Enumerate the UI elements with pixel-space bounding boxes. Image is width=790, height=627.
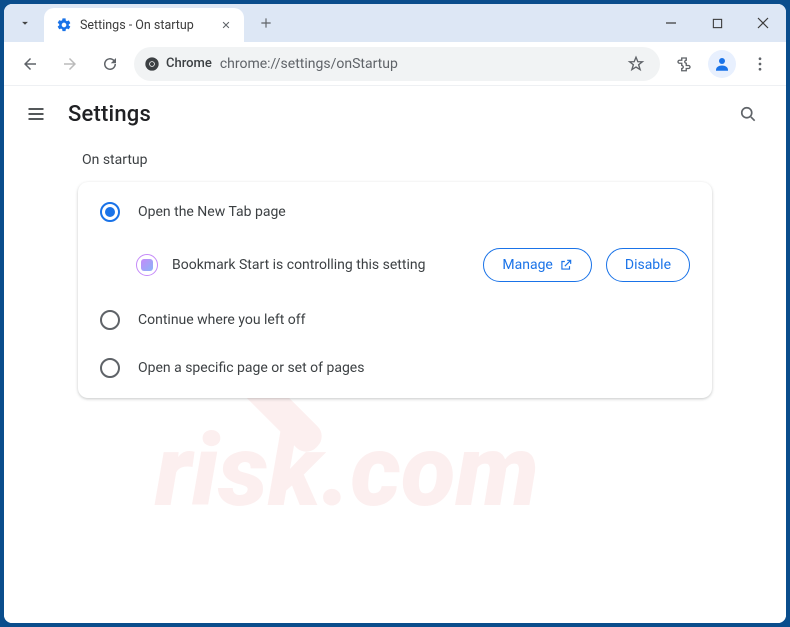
titlebar: Settings - On startup [4,4,786,42]
option-continue[interactable]: Continue where you left off [78,296,712,344]
page-title: Settings [68,102,151,127]
search-icon [738,104,758,124]
extensions-button[interactable] [668,48,700,80]
settings-page: PC risk.com Settings On startup Open the… [4,86,786,623]
omnibox-url: chrome://settings/onStartup [220,56,614,72]
search-button[interactable] [730,96,766,132]
tab-search-dropdown[interactable] [10,8,40,38]
maximize-button[interactable] [694,4,740,42]
reload-icon [101,55,119,73]
hamburger-icon [26,104,46,124]
manage-button[interactable]: Manage [483,248,591,282]
radio-selected-icon [100,202,120,222]
star-icon [627,55,645,73]
settings-header: Settings [4,86,786,142]
close-icon [221,20,231,30]
option-open-new-tab[interactable]: Open the New Tab page [78,188,712,236]
person-icon [713,55,731,73]
omnibox-chip-label: Chrome [166,56,212,71]
svg-text:risk.com: risk.com [154,413,539,530]
menu-button[interactable] [744,48,776,80]
minimize-button[interactable] [648,4,694,42]
hamburger-menu-button[interactable] [24,102,48,126]
radio-unselected-icon [100,310,120,330]
browser-tab[interactable]: Settings - On startup [44,8,244,42]
startup-options-card: Open the New Tab page Bookmark Start is … [78,182,712,398]
arrow-right-icon [61,55,79,73]
extension-icon [136,254,158,276]
profile-button[interactable] [708,50,736,78]
tab-title: Settings - On startup [80,18,210,33]
disable-label: Disable [625,257,671,273]
open-external-icon [559,258,573,272]
reload-button[interactable] [94,48,126,80]
settings-body: On startup Open the New Tab page Bookmar… [4,142,786,418]
chrome-icon [144,56,160,72]
close-window-button[interactable] [740,4,786,42]
arrow-left-icon [21,55,39,73]
browser-window: Settings - On startup [4,4,786,623]
back-button[interactable] [14,48,46,80]
window-controls [648,4,786,42]
minimize-icon [665,17,677,29]
disable-button[interactable]: Disable [606,248,690,282]
maximize-icon [712,18,723,29]
option-specific-pages[interactable]: Open a specific page or set of pages [78,344,712,392]
dots-vertical-icon [751,55,769,73]
plus-icon [259,16,273,30]
browser-toolbar: Chrome chrome://settings/onStartup [4,42,786,86]
option-label: Open the New Tab page [138,204,286,220]
bookmark-button[interactable] [622,50,650,78]
manage-label: Manage [502,257,552,273]
extension-notice-row: Bookmark Start is controlling this setti… [78,236,712,296]
gear-icon [56,17,72,33]
option-label: Open a specific page or set of pages [138,360,364,376]
radio-unselected-icon [100,358,120,378]
new-tab-button[interactable] [252,9,280,37]
close-icon [757,17,769,29]
omnibox-chip: Chrome [144,56,212,72]
omnibox[interactable]: Chrome chrome://settings/onStartup [134,47,660,81]
section-label: On startup [78,152,712,168]
chevron-down-icon [18,16,32,30]
forward-button[interactable] [54,48,86,80]
tab-close-button[interactable] [218,17,234,33]
option-label: Continue where you left off [138,312,306,328]
extension-notice-text: Bookmark Start is controlling this setti… [172,257,469,273]
puzzle-icon [675,55,693,73]
